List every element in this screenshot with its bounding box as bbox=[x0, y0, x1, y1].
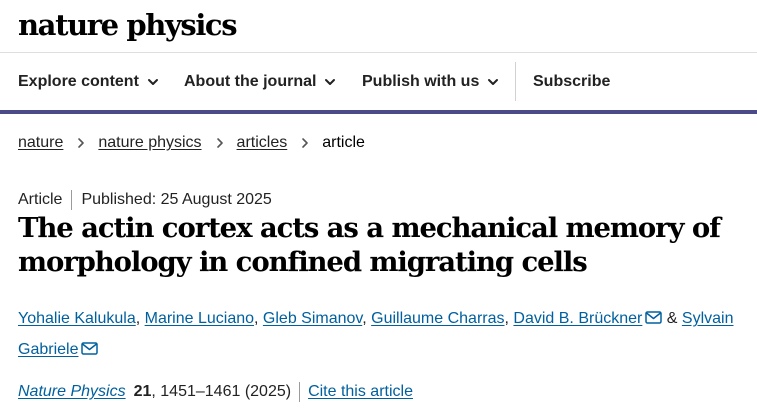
breadcrumb-nature-physics[interactable]: nature physics bbox=[98, 134, 201, 152]
chevron-down-icon bbox=[147, 78, 158, 85]
main-navigation: Explore content About the journal Publis… bbox=[0, 53, 757, 114]
cite-this-article-link[interactable]: Cite this article bbox=[308, 383, 413, 401]
author-separator: , bbox=[254, 310, 263, 327]
nav-item-label: Publish with us bbox=[362, 72, 480, 90]
author-separator: & bbox=[662, 310, 682, 327]
citation-line: Nature Physics 21 , 1451–1461 (2025) Cit… bbox=[18, 382, 413, 402]
mail-icon[interactable] bbox=[81, 342, 99, 355]
masthead: nature physics bbox=[0, 0, 757, 53]
author-link[interactable]: Yohalie Kalukula bbox=[18, 310, 136, 327]
nav-subscribe[interactable]: Subscribe bbox=[533, 53, 610, 110]
breadcrumb-current: article bbox=[322, 134, 365, 151]
nature-physics-logo[interactable]: nature physics bbox=[18, 6, 238, 44]
author-separator: , bbox=[362, 310, 372, 327]
nav-about-journal[interactable]: About the journal bbox=[184, 53, 336, 110]
published-date: Published: 25 August 2025 bbox=[81, 191, 272, 208]
breadcrumb-nature[interactable]: nature bbox=[18, 134, 63, 152]
nav-item-label: Explore content bbox=[18, 72, 139, 90]
article-meta: Article Published: 25 August 2025 bbox=[18, 190, 272, 210]
breadcrumb-articles[interactable]: articles bbox=[237, 134, 288, 152]
author-link[interactable]: Marine Luciano bbox=[145, 310, 254, 327]
chevron-right-icon bbox=[302, 138, 309, 148]
journal-link[interactable]: Nature Physics bbox=[18, 383, 126, 401]
pages-year: , 1451–1461 (2025) bbox=[151, 383, 292, 400]
author-list: Yohalie Kalukula, Marine Luciano, Gleb S… bbox=[18, 303, 743, 365]
author-link[interactable]: David B. Brückner bbox=[513, 310, 642, 327]
chevron-down-icon bbox=[325, 78, 336, 85]
chevron-right-icon bbox=[216, 138, 223, 148]
nav-publish-with-us[interactable]: Publish with us bbox=[362, 53, 499, 110]
author-link[interactable]: Guillaume Charras bbox=[371, 310, 504, 327]
mail-icon[interactable] bbox=[645, 311, 663, 324]
breadcrumb: nature nature physics articles article bbox=[18, 134, 365, 152]
chevron-right-icon bbox=[78, 138, 85, 148]
article-title: The actin cortex acts as a mechanical me… bbox=[18, 212, 721, 278]
nav-item-label: About the journal bbox=[184, 72, 317, 90]
nav-explore-content[interactable]: Explore content bbox=[18, 53, 159, 110]
chevron-down-icon bbox=[488, 78, 499, 85]
citation-divider bbox=[299, 382, 301, 402]
author-separator: , bbox=[135, 310, 145, 327]
nav-divider bbox=[515, 62, 516, 101]
article-type: Article bbox=[18, 191, 63, 208]
meta-divider bbox=[71, 190, 73, 210]
volume-number: 21 bbox=[133, 383, 152, 400]
author-link[interactable]: Gleb Simanov bbox=[263, 310, 362, 327]
